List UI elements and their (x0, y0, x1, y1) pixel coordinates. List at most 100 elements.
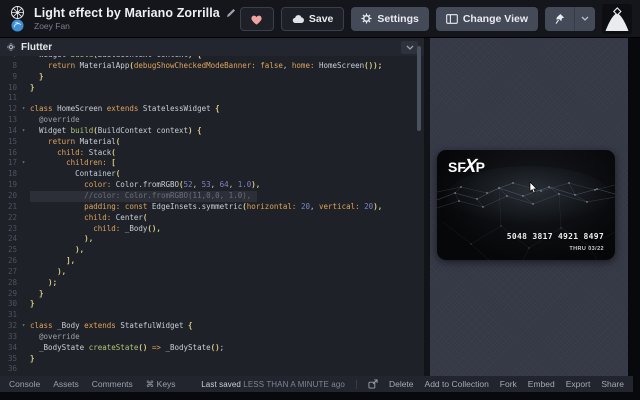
line-number: 19 (2, 180, 17, 191)
code-line[interactable]: 10} (0, 83, 424, 94)
code-text: ), (30, 267, 66, 278)
gear-icon (361, 13, 372, 24)
last-saved-prefix: Last saved (201, 380, 241, 389)
title-block: Light effect by Mariano Zorrilla Zoey Fa… (34, 6, 236, 31)
settings-button[interactable]: Settings (351, 7, 428, 31)
code-text: ), (30, 245, 84, 256)
save-button-label: Save (309, 13, 334, 25)
tab-flutter-label[interactable]: Flutter (21, 42, 52, 53)
code-line[interactable]: 14▾ Widget build(BuildContext context) { (0, 126, 424, 137)
mouse-cursor-icon (529, 182, 538, 194)
code-line[interactable]: 22 child: Center( (0, 213, 424, 224)
code-text: ), (30, 234, 93, 245)
like-button[interactable] (240, 7, 274, 31)
fork-button[interactable]: Fork (500, 379, 517, 389)
code-text: Container( (30, 169, 120, 180)
line-number: 20 (2, 191, 17, 202)
zapp-logo-icon[interactable] (10, 5, 25, 20)
code-line[interactable]: 17▾ children: [ (0, 158, 424, 169)
code-text: class _Body extends StatefulWidget { (30, 321, 193, 332)
user-avatar[interactable] (602, 4, 632, 34)
external-link-button[interactable] (368, 379, 378, 389)
code-line[interactable]: 27 ), (0, 267, 424, 278)
line-number: 36 (2, 364, 17, 375)
file-tab-bar: Flutter (0, 38, 424, 56)
line-number: 26 (2, 256, 17, 267)
edit-title-icon[interactable] (226, 8, 236, 18)
code-text: return Material( (30, 137, 120, 148)
code-line[interactable]: 34 _BodyState createState() => _BodyStat… (0, 343, 424, 354)
fold-spacer (17, 299, 30, 310)
code-line[interactable]: 16 child: Stack( (0, 148, 424, 159)
code-line[interactable]: 30} (0, 299, 424, 310)
change-view-button[interactable]: Change View (436, 7, 538, 31)
code-line[interactable]: 23 child: _Body(), (0, 224, 424, 235)
export-button[interactable]: Export (566, 379, 591, 389)
fold-spacer (17, 72, 30, 83)
fold-icon[interactable]: ▾ (17, 104, 30, 115)
code-line[interactable]: 15 return Material( (0, 137, 424, 148)
line-number: 11 (2, 93, 17, 104)
code-line[interactable]: 9 } (0, 72, 424, 83)
line-number: 22 (2, 213, 17, 224)
code-text: ], (30, 256, 75, 267)
pin-dropdown-button[interactable] (574, 7, 595, 31)
pin-button[interactable] (545, 7, 574, 31)
right-edge-strip (628, 38, 640, 376)
code-line[interactable]: 26 ], (0, 256, 424, 267)
line-number: 34 (2, 343, 17, 354)
save-button[interactable]: Save (281, 7, 345, 31)
line-number: 27 (2, 267, 17, 278)
editor-scrollbar[interactable] (417, 46, 421, 131)
code-text: color: Color.fromRGBO(52, 53, 64, 1.0), (30, 180, 260, 191)
line-number: 21 (2, 202, 17, 213)
line-number: 28 (2, 278, 17, 289)
code-line[interactable]: 20 //color: Color.fromRGBO(11,0,0, 1.0), (0, 191, 424, 202)
line-number: 16 (2, 148, 17, 159)
main-area: Flutter 7 Widget build(BuildContext cont… (0, 38, 640, 376)
console-tab[interactable]: Console (9, 379, 40, 390)
code-line[interactable]: 29 } (0, 289, 424, 300)
code-line[interactable]: 12▾class HomeScreen extends StatelessWid… (0, 104, 424, 115)
comments-tab[interactable]: Comments (92, 379, 133, 390)
code-line[interactable]: 11 (0, 93, 424, 104)
code-line[interactable]: 33 @override (0, 332, 424, 343)
delete-button[interactable]: Delete (389, 379, 414, 389)
line-number: 23 (2, 224, 17, 235)
assets-tab[interactable]: Assets (53, 379, 79, 390)
fold-icon[interactable]: ▾ (17, 126, 30, 137)
line-number: 35 (2, 354, 17, 365)
code-line[interactable]: 24 ), (0, 234, 424, 245)
keys-tab[interactable]: ⌘ Keys (146, 379, 176, 390)
fold-spacer (17, 332, 30, 343)
add-to-collection-button[interactable]: Add to Collection (425, 379, 489, 389)
brand-logo-group (8, 5, 26, 32)
share-button[interactable]: Share (601, 379, 624, 389)
line-number: 8 (2, 61, 17, 72)
page-title: Light effect by Mariano Zorrilla (34, 6, 220, 20)
fold-spacer (17, 267, 30, 278)
fold-spacer (17, 115, 30, 126)
code-line[interactable]: 13 @override (0, 115, 424, 126)
code-line[interactable]: 25 ), (0, 245, 424, 256)
editor-collapse-button[interactable] (401, 41, 418, 54)
code-line[interactable]: 32▾class _Body extends StatefulWidget { (0, 321, 424, 332)
fold-icon[interactable]: ▾ (17, 158, 30, 169)
code-line[interactable]: 8 return MaterialApp(debugShowCheckedMod… (0, 61, 424, 72)
code-line[interactable]: 21 padding: const EdgeInsets.symmetric(h… (0, 202, 424, 213)
code-area[interactable]: 7 Widget build(BuildContext context) {8 … (0, 56, 424, 377)
fold-spacer (17, 245, 30, 256)
settings-button-label: Settings (377, 13, 418, 25)
code-line[interactable]: 31 (0, 310, 424, 321)
code-text: child: Stack( (30, 148, 116, 159)
heart-icon (249, 12, 264, 26)
code-line[interactable]: 18 Container( (0, 169, 424, 180)
code-line[interactable]: 35} (0, 354, 424, 365)
code-line[interactable]: 28 ); (0, 278, 424, 289)
fold-icon[interactable]: ▾ (17, 321, 30, 332)
card-brand-logo: SFXP (448, 156, 485, 179)
line-number: 10 (2, 83, 17, 94)
code-line[interactable]: 19 color: Color.fromRGBO(52, 53, 64, 1.0… (0, 180, 424, 191)
code-line[interactable]: 36 (0, 364, 424, 375)
embed-button[interactable]: Embed (528, 379, 555, 389)
